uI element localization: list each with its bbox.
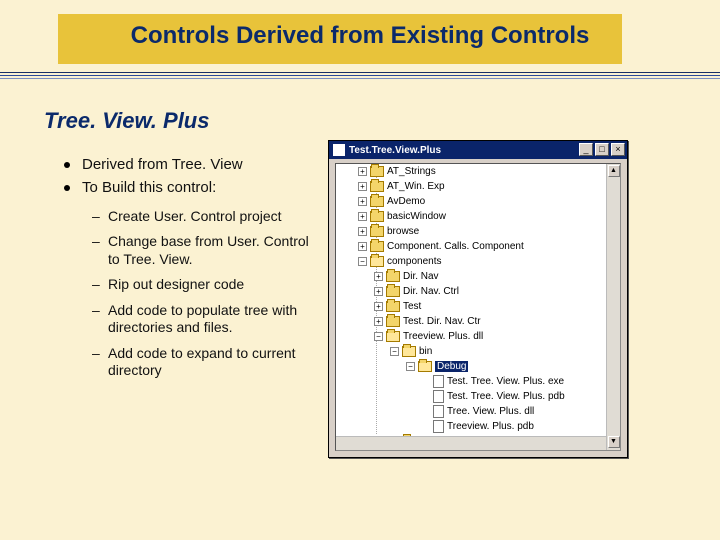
- tree-node[interactable]: + Test. Dir. Nav. Ctr: [340, 314, 606, 329]
- expand-icon[interactable]: +: [358, 212, 367, 221]
- scroll-down-button[interactable]: ▼: [608, 436, 620, 448]
- node-label: AT_Win. Exp: [387, 181, 445, 192]
- bullet-2: To Build this control: Create User. Cont…: [60, 179, 320, 380]
- node-label: Tree. View. Plus. dll: [447, 406, 534, 417]
- file-icon: [401, 450, 412, 451]
- tree-node[interactable]: + Dir. Nav. Ctrl: [340, 284, 606, 299]
- node-label: Dir. Nav. Ctrl: [403, 286, 459, 297]
- expand-icon[interactable]: −: [358, 257, 367, 266]
- slide-subtitle: Tree. View. Plus: [44, 108, 209, 134]
- expand-icon[interactable]: +: [358, 182, 367, 191]
- tree-view[interactable]: + AT_Strings + AT_Win. Exp + AvDemo + basicW…: [336, 164, 606, 436]
- tree-node[interactable]: + browse: [340, 224, 606, 239]
- sub-4: Add code to populate tree with directori…: [92, 302, 320, 337]
- expand-icon[interactable]: −: [374, 332, 383, 341]
- tree-node[interactable]: + Dir. Nav: [340, 269, 606, 284]
- app-icon: [333, 144, 345, 156]
- folder-open-icon: [386, 331, 400, 342]
- node-label: basicWindow: [387, 211, 446, 222]
- folder-icon: [370, 226, 384, 237]
- body-column: Derived from Tree. View To Build this co…: [60, 156, 320, 388]
- tree-node[interactable]: − Debug: [340, 359, 606, 374]
- folder-open-icon: [370, 256, 384, 267]
- node-label: Test. Tree. View. Plus. exe: [447, 376, 564, 387]
- window-title: Test.Tree.View.Plus: [349, 145, 441, 156]
- expand-icon[interactable]: +: [358, 167, 367, 176]
- folder-icon: [370, 181, 384, 192]
- node-label: AvDemo: [387, 196, 425, 207]
- node-label: Dir. Nav: [403, 271, 439, 282]
- node-label: components: [387, 256, 441, 267]
- expand-icon[interactable]: −: [390, 347, 399, 356]
- tree-node[interactable]: + Test: [340, 299, 606, 314]
- tree-node[interactable]: Test. Tree. View. Plus. exe: [340, 374, 606, 389]
- screenshot-window: Test.Tree.View.Plus _ □ × + AT_Strings + A…: [328, 140, 628, 458]
- sub-1: Create User. Control project: [92, 208, 320, 226]
- minimize-button[interactable]: _: [579, 143, 593, 156]
- folder-icon: [386, 316, 400, 327]
- divider-rules: [0, 72, 720, 81]
- node-label: Test: [403, 301, 421, 312]
- tree-node[interactable]: − components: [340, 254, 606, 269]
- expand-icon[interactable]: +: [374, 287, 383, 296]
- maximize-button[interactable]: □: [595, 143, 609, 156]
- expand-icon[interactable]: +: [358, 242, 367, 251]
- bullet-1: Derived from Tree. View: [60, 156, 320, 175]
- node-label: AT_Strings: [387, 166, 436, 177]
- tree-node[interactable]: + AvDemo: [340, 194, 606, 209]
- file-icon: [433, 420, 444, 433]
- node-label: bin: [419, 346, 432, 357]
- folder-open-icon: [418, 361, 432, 372]
- tree-node[interactable]: − bin: [340, 344, 606, 359]
- vertical-scrollbar[interactable]: ▲ ▼: [606, 164, 620, 450]
- folder-icon: [386, 271, 400, 282]
- folder-icon: [370, 211, 384, 222]
- folder-icon: [370, 166, 384, 177]
- tree-node[interactable]: Treeview. Plus. pdb: [340, 419, 606, 434]
- folder-open-icon: [402, 346, 416, 357]
- folder-icon: [370, 241, 384, 252]
- file-icon: [433, 405, 444, 418]
- close-button[interactable]: ×: [611, 143, 625, 156]
- window-titlebar[interactable]: Test.Tree.View.Plus _ □ ×: [329, 141, 627, 159]
- folder-icon: [370, 196, 384, 207]
- scroll-up-button[interactable]: ▲: [608, 165, 620, 177]
- expand-icon[interactable]: +: [374, 317, 383, 326]
- tree-node[interactable]: + basicWindow: [340, 209, 606, 224]
- tree-node[interactable]: Test. Tree. View. Plus. pdb: [340, 389, 606, 404]
- expand-icon[interactable]: −: [406, 362, 415, 371]
- folder-icon: [386, 301, 400, 312]
- node-label: Treeview. Plus. dll: [403, 331, 483, 342]
- expand-icon[interactable]: +: [374, 302, 383, 311]
- tree-panel: + AT_Strings + AT_Win. Exp + AvDemo + basicW…: [335, 163, 621, 451]
- file-icon: [433, 390, 444, 403]
- expand-icon[interactable]: +: [358, 227, 367, 236]
- tree-node[interactable]: − Treeview. Plus. dll: [340, 329, 606, 344]
- tree-node[interactable]: + AT_Win. Exp: [340, 179, 606, 194]
- slide-title: Controls Derived from Existing Controls: [0, 22, 720, 50]
- expand-icon[interactable]: +: [358, 197, 367, 206]
- node-label: Treeview. Plus. pdb: [447, 421, 534, 432]
- node-label: Test. Tree. View. Plus. pdb: [447, 391, 565, 402]
- sub-3: Rip out designer code: [92, 276, 320, 294]
- file-icon: [433, 375, 444, 388]
- tree-node[interactable]: + Component. Calls. Component: [340, 239, 606, 254]
- node-label: browse: [387, 226, 419, 237]
- expand-icon[interactable]: +: [374, 272, 383, 281]
- sub-5: Add code to expand to current directory: [92, 345, 320, 380]
- node-label: Component. Calls. Component: [387, 241, 524, 252]
- node-label: Test. Dir. Nav. Ctr: [403, 316, 481, 327]
- tree-node[interactable]: + AT_Strings: [340, 164, 606, 179]
- sub-2: Change base from User. Control to Tree. …: [92, 233, 320, 268]
- node-label-selected: Debug: [435, 361, 468, 372]
- tree-node[interactable]: Tree. View. Plus. dll: [340, 404, 606, 419]
- bullet-2-label: To Build this control:: [82, 179, 216, 196]
- folder-icon: [386, 286, 400, 297]
- horizontal-scrollbar[interactable]: [336, 436, 606, 450]
